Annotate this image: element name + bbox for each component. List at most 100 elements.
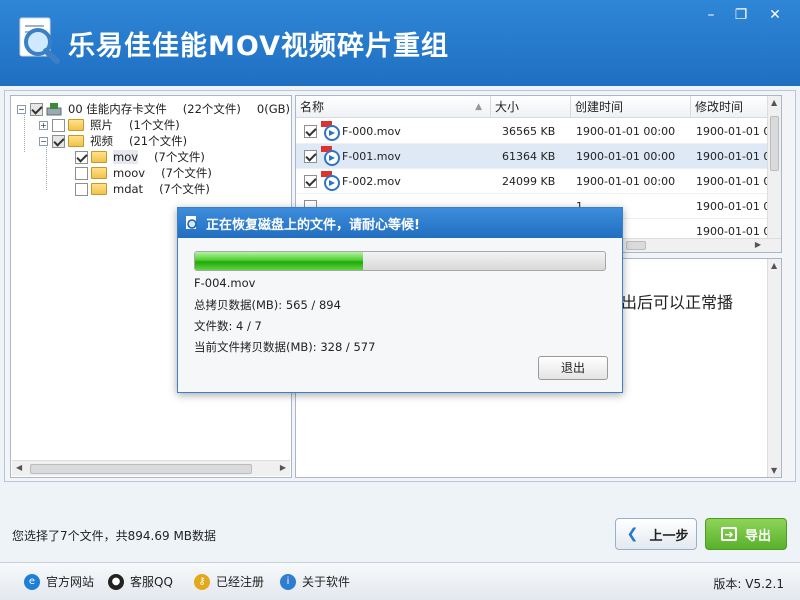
created-time-cell: 1900-01-01 00:00 bbox=[576, 125, 676, 138]
chevron-left-icon: ❮ bbox=[626, 526, 639, 542]
tree-item-photos[interactable]: + 照片 (1个文件) bbox=[39, 117, 180, 133]
preview-vertical-scrollbar[interactable]: ▲ ▼ bbox=[767, 259, 781, 477]
drive-icon bbox=[46, 103, 62, 116]
scroll-up-icon[interactable]: ▲ bbox=[771, 261, 777, 270]
key-icon: ⚷ bbox=[194, 573, 210, 590]
tree-item-mov[interactable]: mov (7个文件) bbox=[75, 149, 205, 165]
scrollbar-thumb[interactable] bbox=[770, 116, 779, 171]
mov-file-icon bbox=[321, 171, 340, 191]
tree-checkbox[interactable] bbox=[75, 182, 88, 196]
mov-file-icon bbox=[321, 121, 340, 141]
row-checkbox[interactable] bbox=[304, 175, 317, 188]
row-checkbox[interactable] bbox=[304, 150, 317, 163]
tree-item-label: moov bbox=[113, 166, 146, 180]
folder-icon bbox=[91, 167, 107, 179]
selection-status: 您选择了7个文件，共894.69 MB数据 bbox=[12, 529, 217, 543]
tree-item-label: mov bbox=[113, 150, 139, 164]
previous-step-button[interactable]: ❮ 上一步 bbox=[615, 518, 697, 550]
scroll-left-icon[interactable]: ◀ bbox=[16, 463, 22, 472]
tree-item-count: (7个文件) bbox=[154, 150, 205, 164]
collapse-icon[interactable]: − bbox=[17, 104, 26, 114]
recovery-progress-dialog: 正在恢复磁盘上的文件，请耐心等候! F-004.mov 总拷贝数据(MB): 5… bbox=[177, 207, 623, 393]
folder-icon bbox=[68, 119, 84, 131]
expand-icon[interactable]: + bbox=[39, 120, 48, 130]
folder-icon bbox=[68, 135, 84, 147]
tree-checkbox[interactable] bbox=[52, 134, 65, 148]
minimize-button[interactable]: – bbox=[696, 4, 726, 26]
progress-bar bbox=[194, 251, 606, 271]
current-file-name: F-004.mov bbox=[194, 276, 256, 290]
progress-fill bbox=[195, 252, 364, 270]
file-size-cell: 61364 KB bbox=[502, 150, 556, 163]
sort-up-icon: ▲ bbox=[475, 102, 482, 112]
folder-icon bbox=[91, 151, 107, 163]
about-software-link[interactable]: i 关于软件 bbox=[280, 573, 350, 590]
export-label: 导出 bbox=[744, 528, 771, 544]
column-header-size[interactable]: 大小 bbox=[491, 96, 571, 118]
preview-text: 出后可以正常播 bbox=[621, 293, 734, 312]
row-checkbox[interactable] bbox=[304, 125, 317, 138]
column-header-name[interactable]: 名称 ▲ bbox=[296, 96, 491, 118]
tree-checkbox[interactable] bbox=[30, 102, 43, 116]
tree-item-count: (21个文件) bbox=[129, 134, 188, 148]
info-icon: i bbox=[280, 573, 296, 590]
app-small-icon bbox=[186, 216, 197, 229]
total-copied-data: 总拷贝数据(MB): 565 / 894 bbox=[194, 298, 341, 312]
tree-horizontal-scrollbar[interactable]: ◀ ▶ bbox=[12, 460, 290, 476]
restore-button[interactable]: ❐ bbox=[726, 4, 756, 26]
tree-item-label: 00 佳能内存卡文件 bbox=[68, 102, 167, 116]
bottom-bar: e 官方网站 ● 客服QQ ⚷ 已经注册 i 关于软件 版本: V5.2.1 bbox=[0, 562, 800, 600]
tree-item-count: (1个文件) bbox=[129, 118, 180, 132]
collapse-icon[interactable]: − bbox=[39, 136, 48, 146]
tree-checkbox[interactable] bbox=[75, 166, 88, 180]
tree-item-count: (7个文件) bbox=[159, 182, 210, 196]
scroll-right-icon[interactable]: ▶ bbox=[755, 240, 761, 249]
tree-item-size: 0(GB) 0( bbox=[256, 102, 291, 116]
scroll-down-icon[interactable]: ▼ bbox=[771, 466, 777, 475]
created-time-cell: 1900-01-01 00:00 bbox=[576, 175, 676, 188]
file-name-cell: F-000.mov bbox=[342, 125, 401, 138]
scrollbar-thumb[interactable] bbox=[626, 241, 646, 250]
close-button[interactable]: ✕ bbox=[760, 4, 790, 26]
tree-item-label: 视频 bbox=[90, 134, 113, 148]
table-row[interactable]: F-000.mov 36565 KB 1900-01-01 00:00 1900-01… bbox=[296, 119, 781, 144]
file-size-cell: 24099 KB bbox=[502, 175, 556, 188]
column-header-created[interactable]: 创建时间 bbox=[571, 96, 691, 118]
tree-item-moov[interactable]: moov (7个文件) bbox=[75, 165, 212, 181]
created-time-cell: 1900-01-01 00:00 bbox=[576, 150, 676, 163]
registered-link[interactable]: ⚷ 已经注册 bbox=[194, 573, 264, 590]
scroll-up-icon[interactable]: ▲ bbox=[771, 98, 777, 107]
support-qq-link[interactable]: ● 客服QQ bbox=[108, 573, 173, 590]
dialog-title-bar: 正在恢复磁盘上的文件，请耐心等候! bbox=[178, 208, 622, 238]
tree-item-root[interactable]: − 00 佳能内存卡文件 (22个文件) 0(GB) 0( bbox=[17, 101, 291, 117]
official-website-link[interactable]: e 官方网站 bbox=[24, 573, 94, 590]
table-vertical-scrollbar[interactable]: ▲ bbox=[767, 96, 781, 238]
magnifier-document-icon bbox=[19, 17, 60, 64]
ie-icon: e bbox=[24, 573, 40, 590]
app-title: 乐易佳佳能MOV视频碎片重组 bbox=[68, 31, 449, 62]
current-file-copied-data: 当前文件拷贝数据(MB): 328 / 577 bbox=[194, 340, 376, 354]
export-button[interactable]: ➜ 导出 bbox=[705, 518, 787, 550]
file-count: 文件数: 4 / 7 bbox=[194, 319, 262, 333]
previous-step-label: 上一步 bbox=[649, 528, 689, 544]
title-bar: 乐易佳佳能MOV视频碎片重组 – ❐ ✕ bbox=[0, 0, 800, 86]
file-name-cell: F-002.mov bbox=[342, 175, 401, 188]
tree-item-count: (7个文件) bbox=[161, 166, 212, 180]
file-size-cell: 36565 KB bbox=[502, 125, 556, 138]
dialog-title: 正在恢复磁盘上的文件，请耐心等候! bbox=[206, 217, 420, 233]
tree-checkbox[interactable] bbox=[52, 118, 65, 132]
tree-checkbox[interactable] bbox=[75, 150, 88, 164]
table-row[interactable]: F-002.mov 24099 KB 1900-01-01 00:00 1900-01… bbox=[296, 169, 781, 194]
tree-item-mdat[interactable]: mdat (7个文件) bbox=[75, 181, 210, 197]
tree-item-videos[interactable]: − 视频 (21个文件) bbox=[39, 133, 187, 149]
scrollbar-thumb[interactable] bbox=[30, 464, 252, 474]
tree-item-label: 照片 bbox=[90, 118, 113, 132]
version-label: 版本: V5.2.1 bbox=[713, 577, 784, 591]
table-row[interactable]: F-001.mov 61364 KB 1900-01-01 00:00 1900-01… bbox=[296, 144, 781, 169]
qq-penguin-icon: ● bbox=[108, 573, 124, 590]
exit-button[interactable]: 退出 bbox=[538, 356, 608, 380]
file-name-cell: F-001.mov bbox=[342, 150, 401, 163]
scroll-right-icon[interactable]: ▶ bbox=[280, 463, 286, 472]
tree-item-count: (22个文件) bbox=[182, 102, 241, 116]
tree-item-label: mdat bbox=[113, 182, 144, 196]
